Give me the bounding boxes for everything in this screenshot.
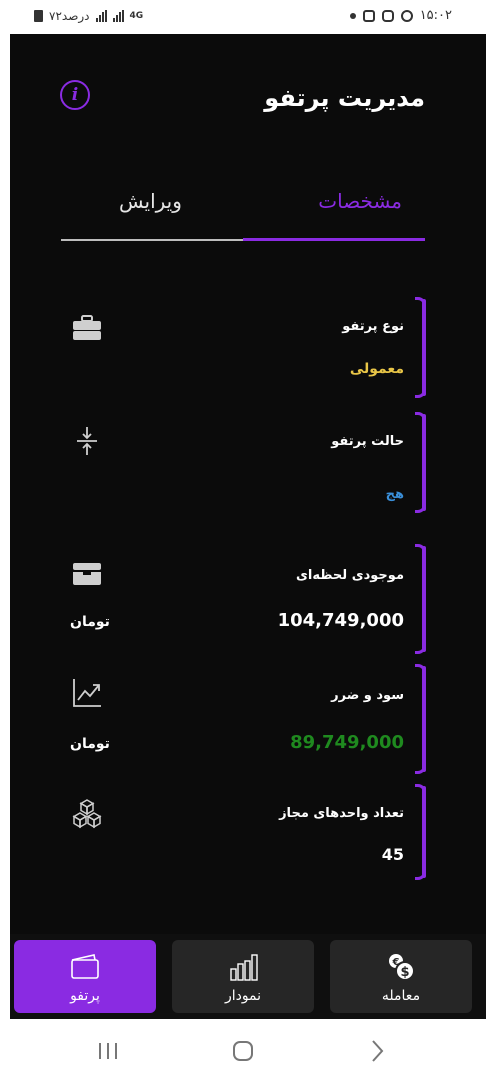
card-portfolio-type: نوع پرتفو معمولی (60, 297, 426, 398)
page-title: مدیریت پرتفو (264, 84, 425, 112)
battery-text: ۷۲درصد (49, 9, 90, 23)
status-time: ۱۵:۰۲ (419, 8, 452, 23)
signal-icon (95, 10, 107, 22)
nav-label: نمودار (224, 988, 262, 1004)
card-label: موجودی لحظه‌ای (296, 568, 404, 583)
wallet-icon (73, 563, 101, 585)
battery-icon (34, 10, 43, 22)
tab-underline-inactive (61, 239, 243, 241)
trend-chart-icon (73, 679, 101, 707)
nav-label: معامله (381, 988, 421, 1004)
card-label: حالت پرتفو (331, 434, 404, 449)
system-nav-bar (0, 1019, 486, 1080)
card-unit: تومان (70, 736, 110, 752)
back-icon[interactable] (364, 1037, 392, 1065)
card-accent-bar (415, 544, 426, 654)
card-label: تعداد واحدهای مجاز (279, 806, 404, 821)
card-accent-bar (415, 664, 426, 774)
nav-label: پرتفو (70, 988, 100, 1004)
card-unit: تومان (70, 614, 110, 630)
status-left: ۷۲درصد 4G (34, 9, 143, 23)
bottom-nav: پرتفو نمودار € $ معامله (10, 934, 486, 1019)
card-value: 104,749,000 (277, 610, 404, 631)
instagram-icon (381, 10, 394, 22)
whatsapp-icon (400, 10, 413, 22)
cubes-icon (72, 799, 102, 829)
card-accent-bar (415, 297, 426, 398)
card-accent-bar (415, 412, 426, 513)
status-bar: ۷۲درصد 4G ۱۵:۰۲ (0, 0, 486, 34)
bar-chart-icon (230, 954, 258, 981)
status-right: ۱۵:۰۲ (349, 8, 452, 23)
coins-icon: € $ (389, 954, 415, 981)
home-icon[interactable] (229, 1037, 257, 1065)
briefcase-icon (73, 315, 101, 340)
card-allowed-units: تعداد واحدهای مجاز 45 (60, 784, 426, 880)
card-value: 45 (381, 845, 404, 864)
nav-chart-button[interactable]: نمودار (172, 940, 314, 1013)
portfolio-icon (71, 954, 99, 979)
app-screen: مدیریت پرتفو i مشخصات ویرایش نوع پرتفو م… (10, 34, 486, 1019)
svg-text:$: $ (400, 965, 409, 980)
gallery-icon (362, 10, 375, 22)
card-label: سود و ضرر (331, 688, 404, 703)
recent-apps-icon[interactable] (94, 1037, 122, 1065)
nav-trade-button[interactable]: € $ معامله (330, 940, 472, 1013)
card-instant-balance: موجودی لحظه‌ای 104,749,000 تومان (60, 544, 426, 654)
tab-underline-active (243, 238, 425, 241)
signal-icon-2 (112, 10, 124, 22)
card-value: 89,749,000 (290, 732, 404, 753)
nav-portfolio-button[interactable]: پرتفو (14, 940, 156, 1013)
card-value: هج (385, 487, 404, 502)
tab-specs[interactable]: مشخصات (318, 189, 402, 213)
card-accent-bar (415, 784, 426, 880)
info-icon[interactable]: i (60, 80, 90, 110)
card-label: نوع پرتفو (342, 319, 404, 334)
card-portfolio-mode: حالت پرتفو هج (60, 412, 426, 513)
card-value: معمولی (349, 361, 404, 377)
dot-icon (349, 13, 356, 19)
compress-arrows-icon (77, 427, 97, 455)
network-type: 4G (129, 11, 144, 21)
tab-edit[interactable]: ویرایش (119, 189, 182, 213)
card-profit-loss: سود و ضرر 89,749,000 تومان (60, 664, 426, 774)
